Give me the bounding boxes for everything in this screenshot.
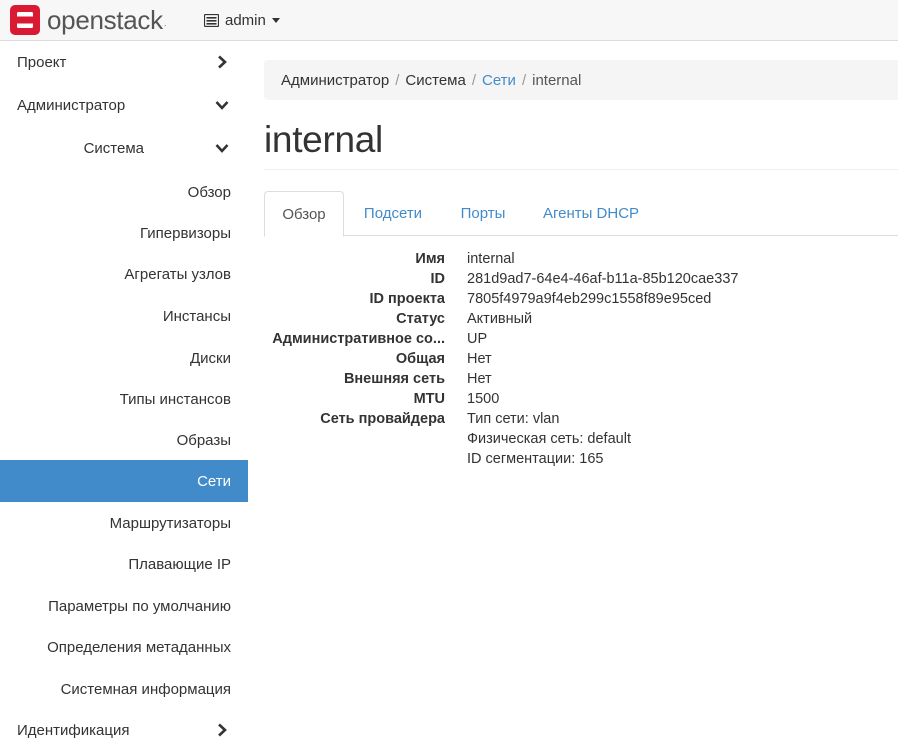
brand-name: openstack: [47, 4, 163, 35]
detail-value: UP: [467, 331, 488, 347]
main-content: Администратор / Система / Сети / interna…: [264, 41, 898, 741]
sidebar-item-label: Гипервизоры: [140, 224, 231, 242]
detail-row-status: Статус Активный: [264, 309, 898, 329]
detail-label: Внешняя сеть: [343, 371, 445, 387]
sidebar: Проект Администратор Система Обзор Гипер…: [0, 41, 248, 741]
sidebar-item-system-info[interactable]: Системная информация: [0, 668, 248, 710]
detail-label: ID: [430, 271, 446, 287]
brand-trademark: .: [163, 18, 167, 28]
project-cube-icon: [204, 13, 219, 27]
sidebar-item-label: Идентификация: [17, 721, 130, 739]
detail-row-id: ID 281d9ad7-64e4-46af-b11a-85b120cae337: [264, 269, 898, 289]
sidebar-item-label: Администратор: [17, 96, 126, 114]
sidebar-item-label: Сети: [197, 472, 231, 490]
brand-logo-link[interactable]: openstack .: [9, 4, 166, 36]
sidebar-item-host-aggregates[interactable]: Агрегаты узлов: [0, 253, 248, 295]
sidebar-item-label: Маршрутизаторы: [109, 514, 231, 532]
sidebar-item-identity[interactable]: Идентификация: [0, 709, 248, 751]
detail-value: Нет: [467, 371, 492, 387]
detail-label: Имя: [415, 251, 445, 267]
sidebar-item-label: Инстансы: [162, 307, 231, 325]
sidebar-item-floating-ips[interactable]: Плавающие IP: [0, 543, 248, 585]
chevron-down-icon: [215, 144, 229, 153]
sidebar-item-label: Агрегаты узлов: [124, 265, 231, 283]
detail-label: Статус: [396, 311, 445, 327]
detail-row-provider-network: Сеть провайдера Тип сети: vlan: [264, 409, 898, 429]
sidebar-item-admin[interactable]: Администратор: [0, 84, 248, 126]
sidebar-item-label: Образы: [176, 431, 231, 449]
breadcrumb-networks-link[interactable]: Сети: [482, 72, 516, 89]
chevron-right-icon: [218, 55, 227, 69]
detail-label: MTU: [413, 391, 445, 407]
sidebar-item-flavors[interactable]: Типы инстансов: [0, 378, 248, 420]
breadcrumb-separator: /: [471, 71, 476, 89]
detail-label: Общая: [395, 351, 445, 367]
detail-tabs: Обзор Подсети Порты Агенты DHCP: [264, 191, 898, 237]
sidebar-item-label: Проект: [17, 53, 67, 71]
tab-ports[interactable]: Порты: [450, 191, 516, 236]
detail-row-admin-state: Административное со... UP: [264, 329, 898, 349]
caret-down-icon: [271, 17, 280, 23]
detail-row-project-id: ID проекта 7805f4979a9f4eb299c1558f89e95…: [264, 289, 898, 309]
breadcrumb-separator: /: [395, 71, 400, 89]
detail-value: Тип сети: vlan: [467, 411, 560, 427]
sidebar-item-networks[interactable]: Сети: [0, 460, 248, 502]
openstack-logo-icon: [10, 5, 40, 35]
detail-value: 1500: [467, 391, 500, 407]
detail-value: 281d9ad7-64e4-46af-b11a-85b120cae337: [467, 271, 739, 287]
chevron-down-icon: [215, 101, 229, 110]
detail-row-mtu: MTU 1500: [264, 389, 898, 409]
breadcrumb: Администратор / Система / Сети / interna…: [264, 60, 898, 100]
detail-label: Сеть провайдера: [320, 411, 445, 427]
detail-row-shared: Общая Нет: [264, 349, 898, 369]
tab-subnets[interactable]: Подсети: [356, 191, 430, 236]
project-name: admin: [225, 11, 266, 29]
top-navbar: openstack . admin: [0, 0, 898, 41]
breadcrumb-current: internal: [532, 71, 582, 89]
title-divider: [264, 169, 898, 170]
detail-row-physical-network: Физическая сеть: default: [264, 429, 898, 449]
sidebar-item-images[interactable]: Образы: [0, 419, 248, 461]
tab-overview[interactable]: Обзор: [264, 191, 344, 237]
tab-dhcp-agents[interactable]: Агенты DHCP: [534, 191, 648, 236]
detail-value: Активный: [467, 311, 533, 327]
sidebar-item-defaults[interactable]: Параметры по умолчанию: [0, 585, 248, 627]
page-title: internal: [264, 119, 383, 160]
breadcrumb-admin[interactable]: Администратор: [281, 72, 389, 89]
sidebar-item-label: Определения метаданных: [47, 638, 231, 656]
sidebar-item-hypervisors[interactable]: Гипервизоры: [0, 212, 248, 254]
project-dropdown[interactable]: admin: [204, 10, 280, 30]
detail-value: internal: [467, 251, 515, 267]
sidebar-item-instances[interactable]: Инстансы: [0, 295, 248, 337]
sidebar-item-label: Системная информация: [60, 680, 231, 698]
detail-row-segmentation-id: ID сегментации: 165: [264, 449, 898, 469]
detail-label: Административное со...: [272, 331, 445, 347]
detail-label: ID проекта: [369, 291, 446, 307]
sidebar-item-label: Система: [83, 139, 144, 157]
sidebar-item-label: Типы инстансов: [119, 390, 231, 408]
detail-value: Нет: [467, 351, 492, 367]
sidebar-item-metadata-definitions[interactable]: Определения метаданных: [0, 626, 248, 668]
sidebar-item-volumes[interactable]: Диски: [0, 337, 248, 379]
sidebar-item-routers[interactable]: Маршрутизаторы: [0, 502, 248, 544]
sidebar-item-project[interactable]: Проект: [0, 41, 248, 83]
sidebar-item-system[interactable]: Система: [0, 127, 248, 169]
sidebar-item-label: Диски: [190, 349, 231, 367]
detail-row-external: Внешняя сеть Нет: [264, 369, 898, 389]
sidebar-item-label: Параметры по умолчанию: [48, 597, 231, 615]
detail-value: 7805f4979a9f4eb299c1558f89e95ced: [467, 291, 712, 307]
detail-row-name: Имя internal: [264, 249, 898, 269]
detail-value: Физическая сеть: default: [467, 431, 631, 447]
sidebar-item-label: Обзор: [187, 183, 231, 201]
sidebar-item-label: Плавающие IP: [128, 555, 231, 573]
detail-value: ID сегментации: 165: [467, 451, 604, 467]
chevron-right-icon: [218, 723, 227, 737]
breadcrumb-separator: /: [521, 71, 527, 89]
breadcrumb-system[interactable]: Система: [405, 72, 465, 89]
sidebar-item-overview[interactable]: Обзор: [0, 171, 248, 213]
